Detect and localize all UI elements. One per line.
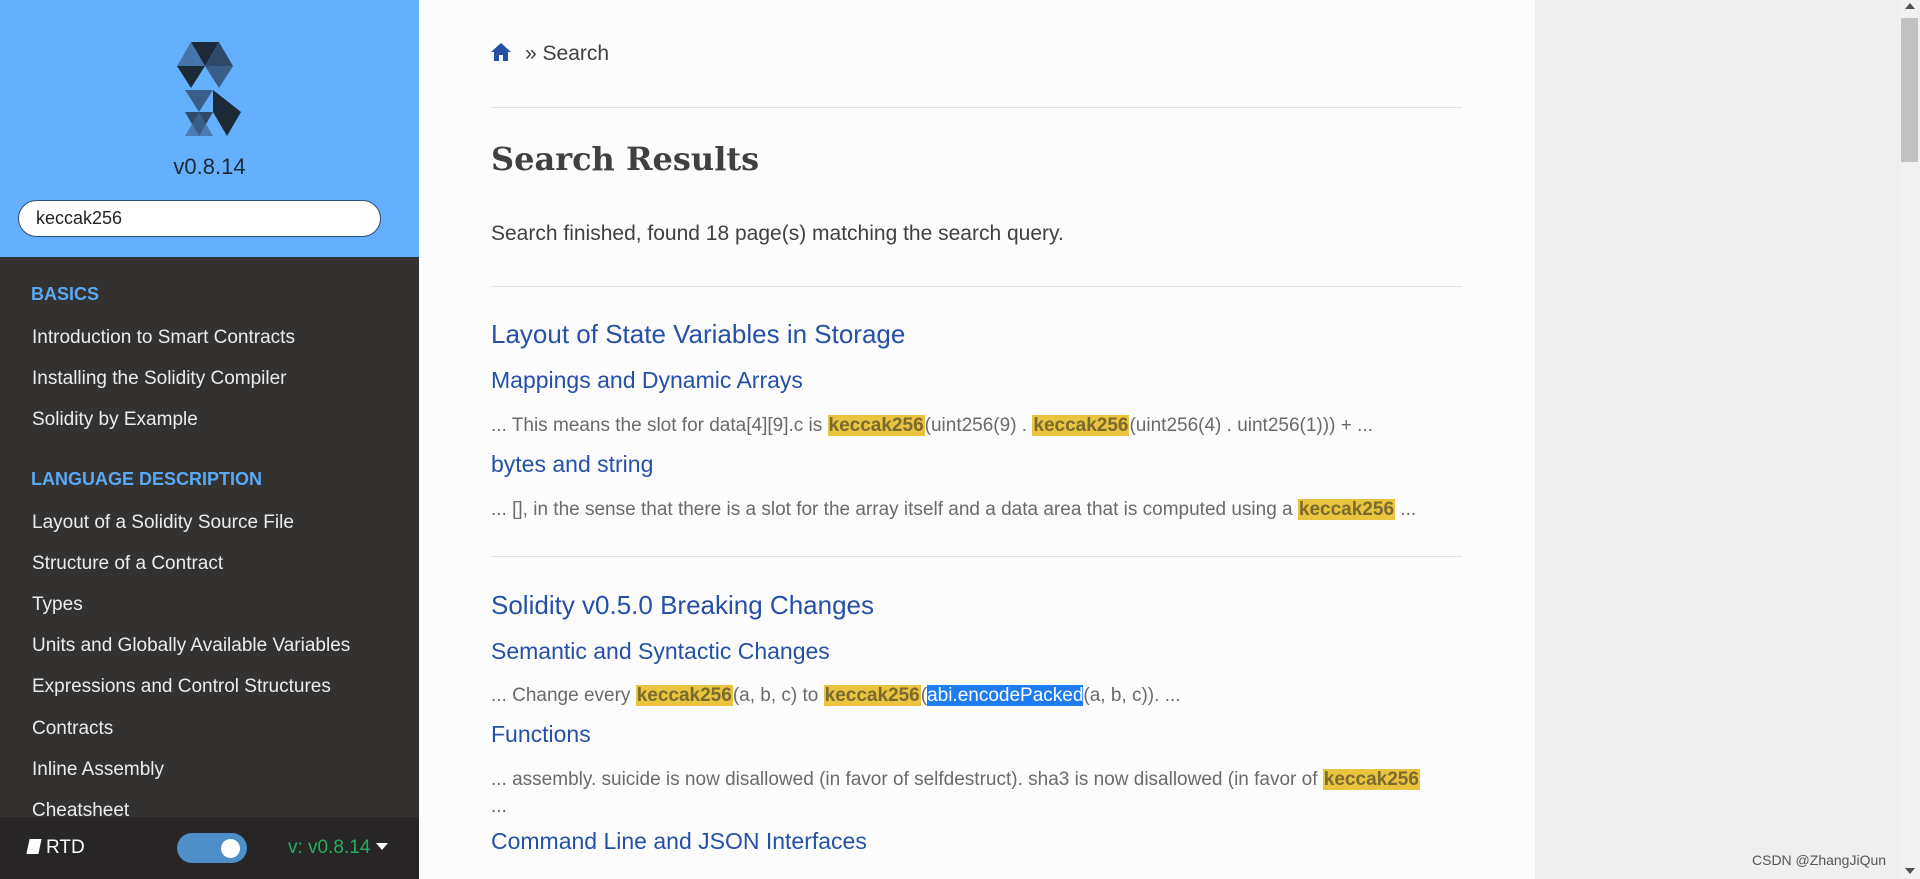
search-term-highlight: keccak256 [827, 415, 925, 436]
scroll-down-arrow-icon[interactable] [1905, 868, 1915, 874]
result-title-storage-layout[interactable]: Layout of State Variables in Storage [491, 319, 905, 350]
scrollbar-thumb[interactable] [1901, 18, 1918, 162]
version-selector[interactable]: v: v0.8.14 [288, 837, 388, 859]
breadcrumb: » Search [525, 42, 609, 66]
theme-toggle[interactable] [177, 833, 247, 863]
result-section-semantic[interactable]: Semantic and Syntactic Changes [491, 638, 830, 665]
divider [491, 556, 1462, 557]
nav-item-installing[interactable]: Installing the Solidity Compiler [32, 368, 287, 390]
rtd-badge[interactable]: RTD [26, 837, 85, 859]
search-status: Search finished, found 18 page(s) matchi… [491, 222, 1064, 245]
result-title-breaking-changes[interactable]: Solidity v0.5.0 Breaking Changes [491, 590, 874, 621]
sidebar-header: v0.8.14 [0, 0, 419, 257]
search-input[interactable] [18, 200, 381, 237]
divider [491, 107, 1462, 108]
snippet-text: ... Change every [491, 685, 636, 706]
nav-item-expressions[interactable]: Expressions and Control Structures [32, 676, 331, 698]
nav-item-by-example[interactable]: Solidity by Example [32, 409, 198, 431]
selected-text: abi.encodePacked [927, 685, 1084, 706]
solidity-logo-icon[interactable] [177, 42, 241, 136]
search-term-highlight: keccak256 [635, 685, 733, 706]
nav-item-types[interactable]: Types [32, 594, 83, 616]
nav-item-contracts[interactable]: Contracts [32, 718, 113, 740]
nav-item-layout-source[interactable]: Layout of a Solidity Source File [32, 512, 294, 534]
scroll-up-arrow-icon[interactable] [1905, 3, 1915, 9]
snippet-text: (uint256(4) . uint256(1))) + ... [1129, 415, 1373, 436]
home-icon[interactable] [490, 42, 512, 62]
result-title-cli-json[interactable]: Command Line and JSON Interfaces [491, 828, 867, 855]
right-gutter [1535, 0, 1900, 879]
watermark: CSDN @ZhangJiQun [1752, 852, 1887, 868]
search-term-highlight: keccak256 [1322, 769, 1420, 790]
result-section-functions[interactable]: Functions [491, 721, 591, 748]
book-icon [26, 839, 42, 854]
result-snippet: ... assembly. suicide is now disallowed … [491, 769, 1420, 791]
nav-item-units[interactable]: Units and Globally Available Variables [32, 635, 350, 657]
snippet-text: ... [], in the sense that there is a slo… [491, 499, 1298, 520]
breadcrumb-current: Search [542, 42, 610, 65]
nav-item-structure[interactable]: Structure of a Contract [32, 553, 223, 575]
rtd-bar[interactable]: RTD v: v0.8.14 [0, 817, 419, 879]
nav-caption-language: LANGUAGE DESCRIPTION [31, 469, 263, 489]
snippet-text: (uint256(9) . [924, 415, 1033, 436]
result-section-bytes-string[interactable]: bytes and string [491, 451, 653, 478]
snippet-text: ... assembly. suicide is now disallowed … [491, 769, 1323, 790]
nav-item-inline-assembly[interactable]: Inline Assembly [32, 759, 164, 781]
version-label: v0.8.14 [173, 154, 246, 179]
version-selector-label: v: v0.8.14 [288, 837, 371, 858]
caret-down-icon [375, 843, 388, 850]
page-title: Search Results [491, 140, 760, 178]
rtd-label: RTD [46, 837, 85, 858]
nav-item-intro[interactable]: Introduction to Smart Contracts [32, 327, 295, 349]
result-snippet: ... Change every keccak256(a, b, c) to k… [491, 685, 1181, 707]
divider [491, 286, 1462, 287]
snippet-text: ... This means the slot for data[4][9].c… [491, 415, 828, 436]
nav-caption-basics: BASICS [31, 284, 100, 304]
snippet-text: ... [1395, 499, 1417, 520]
toggle-knob [221, 839, 240, 858]
main-content: » Search Search Results Search finished,… [419, 0, 1535, 879]
sidebar: v0.8.14 BASICS Introduction to Smart Con… [0, 0, 419, 879]
result-snippet: ... [], in the sense that there is a slo… [491, 499, 1416, 521]
snippet-text: (a, b, c) to [732, 685, 824, 706]
search-term-highlight: keccak256 [1032, 415, 1130, 436]
snippet-text: (a, b, c)). ... [1083, 685, 1181, 706]
result-section-mappings[interactable]: Mappings and Dynamic Arrays [491, 367, 803, 394]
result-snippet-continuation: ... [491, 796, 507, 817]
search-term-highlight: keccak256 [1297, 499, 1396, 520]
breadcrumb-separator: » [525, 42, 537, 65]
result-snippet: ... This means the slot for data[4][9].c… [491, 415, 1373, 437]
search-term-highlight: keccak256 [823, 685, 921, 706]
